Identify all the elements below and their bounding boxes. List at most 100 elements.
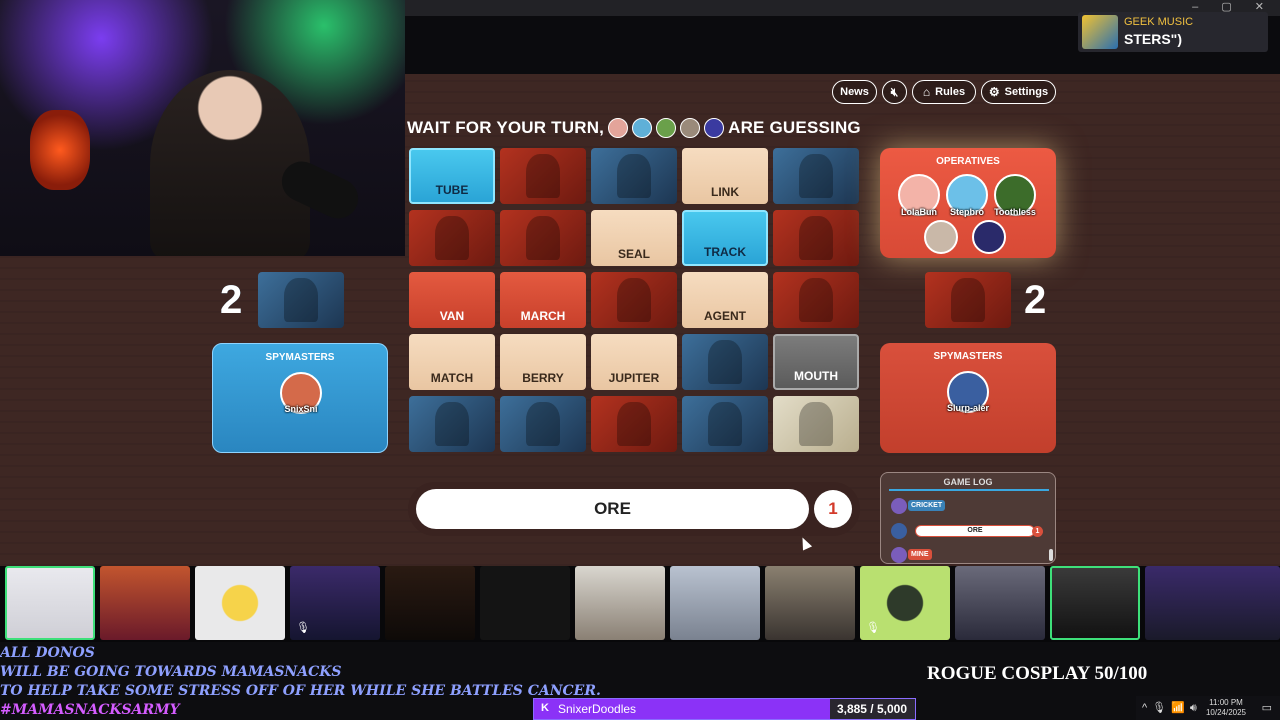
participant-tile[interactable] xyxy=(1145,566,1280,640)
rules-label: Rules xyxy=(935,86,966,98)
tray-icons[interactable]: ^🎙︎📶🔊︎ xyxy=(1142,701,1202,715)
card-word: MARCH xyxy=(520,309,566,323)
news-button[interactable]: News xyxy=(832,80,877,104)
operative-avatar xyxy=(972,220,1006,254)
board-card[interactable] xyxy=(500,396,586,452)
card-word: MATCH xyxy=(430,371,474,385)
card-word: SEAL xyxy=(617,247,650,261)
speaker-muted-icon: 🔇︎ xyxy=(890,84,899,99)
goal-name: SnixerDoodles xyxy=(558,702,637,716)
participant-tile[interactable] xyxy=(100,566,190,640)
operative-avatar xyxy=(924,220,958,254)
agent-portrait xyxy=(707,401,743,447)
agent-portrait xyxy=(283,277,319,323)
streamer-webcam xyxy=(0,0,405,256)
board-card[interactable]: MARCH xyxy=(500,272,586,328)
participant-tile[interactable] xyxy=(575,566,665,640)
card-word: BERRY xyxy=(522,371,564,385)
pumpkin-decoration xyxy=(30,110,90,190)
board-card[interactable] xyxy=(773,210,859,266)
board-card[interactable]: TUBE xyxy=(409,148,495,204)
board-card[interactable] xyxy=(591,148,677,204)
agent-portrait xyxy=(798,153,834,199)
agent-portrait xyxy=(798,401,834,447)
log-guess: CRICKET xyxy=(908,500,946,511)
board-card[interactable] xyxy=(409,210,495,266)
board-card[interactable] xyxy=(500,148,586,204)
board-card[interactable]: MATCH xyxy=(409,334,495,390)
turn-banner: WAIT FOR YOUR TURN, ARE GUESSING xyxy=(407,118,861,138)
blue-remaining-card xyxy=(258,272,344,328)
red-operatives-title: OPERATIVES xyxy=(936,156,1000,167)
log-avatar xyxy=(891,547,907,563)
stream-canvas: – ▢ ✕ GEEK MUSIC STERS") News 🔇︎ ⌂ Rules … xyxy=(0,0,1280,720)
board-card[interactable]: TRACK xyxy=(682,210,768,266)
participant-tile[interactable] xyxy=(670,566,760,640)
card-word: MOUTH xyxy=(794,369,838,383)
participant-strip: 🎙︎ 🎙︎ xyxy=(0,566,1280,642)
donos-line: TO HELP TAKE SOME STRESS OFF OF HER WHIL… xyxy=(0,683,601,699)
board-card[interactable]: MOUTH xyxy=(773,334,859,390)
log-clue: ORE xyxy=(915,525,1035,537)
blue-spymasters-panel: SPYMASTERS SnixSni xyxy=(212,343,388,453)
notification-icon[interactable]: ▭ xyxy=(1262,701,1272,714)
participant-tile[interactable] xyxy=(765,566,855,640)
log-clue-number: 1 xyxy=(1032,526,1043,537)
sub-goal-bar: K SnixerDoodles 3,885 / 5,000 xyxy=(533,698,916,720)
settings-button[interactable]: ⚙ Settings xyxy=(981,80,1056,104)
participant-tile[interactable] xyxy=(1050,566,1140,640)
game-log[interactable]: GAME LOG CRICKET ORE 1 MINE xyxy=(880,472,1056,564)
clock[interactable]: 11:00 PM 10/24/2025 xyxy=(1204,698,1248,718)
news-label: News xyxy=(840,86,869,98)
participant-tile[interactable] xyxy=(955,566,1045,640)
board-card[interactable] xyxy=(682,334,768,390)
streamer xyxy=(150,70,310,256)
guesser-avatar xyxy=(704,118,725,138)
guesser-avatar xyxy=(656,118,677,138)
agent-portrait xyxy=(616,277,652,323)
mic-off-icon: 🎙︎ xyxy=(866,622,880,634)
board-card[interactable] xyxy=(682,396,768,452)
clock-date: 10/24/2025 xyxy=(1205,708,1247,717)
board-card[interactable] xyxy=(500,210,586,266)
agent-portrait xyxy=(798,215,834,261)
participant-tile[interactable] xyxy=(385,566,475,640)
participant-tile[interactable]: 🎙︎ xyxy=(860,566,950,640)
board-card[interactable] xyxy=(409,396,495,452)
participant-tile[interactable]: 🎙︎ xyxy=(290,566,380,640)
board-card[interactable]: BERRY xyxy=(500,334,586,390)
participant-tile[interactable] xyxy=(5,566,95,640)
participant-tile[interactable] xyxy=(195,566,285,640)
banner-suffix: ARE GUESSING xyxy=(728,118,861,137)
board-card[interactable]: JUPITER xyxy=(591,334,677,390)
rules-button[interactable]: ⌂ Rules xyxy=(912,80,976,104)
agent-portrait xyxy=(525,153,561,199)
board-card[interactable]: AGENT xyxy=(682,272,768,328)
clue-number: 1 xyxy=(814,490,852,528)
board-card[interactable] xyxy=(773,396,859,452)
music-widget: GEEK MUSIC STERS") xyxy=(1078,12,1268,52)
board-card[interactable] xyxy=(591,272,677,328)
board-card[interactable] xyxy=(591,396,677,452)
log-avatar xyxy=(891,498,907,514)
kick-icon: K xyxy=(541,702,549,714)
board-card[interactable] xyxy=(773,148,859,204)
guesser-avatar xyxy=(680,118,701,138)
goal-value: 3,885 / 5,000 xyxy=(836,702,907,716)
music-tag: GEEK MUSIC xyxy=(1124,16,1194,28)
agent-portrait xyxy=(525,401,561,447)
red-spymaster-name: Slurp-aler xyxy=(946,403,989,413)
log-scrollbar[interactable] xyxy=(1049,549,1053,561)
board-card[interactable]: LINK xyxy=(682,148,768,204)
blue-spymasters-title: SPYMASTERS xyxy=(265,352,335,363)
game-log-title: GAME LOG xyxy=(943,477,993,487)
gear-icon: ⚙ xyxy=(988,85,1000,99)
banner-prefix: WAIT FOR YOUR TURN, xyxy=(407,118,605,137)
board-card[interactable]: SEAL xyxy=(591,210,677,266)
participant-tile[interactable] xyxy=(480,566,570,640)
agent-portrait xyxy=(434,215,470,261)
board-card[interactable] xyxy=(773,272,859,328)
board-card[interactable]: VAN xyxy=(409,272,495,328)
system-tray: ^🎙︎📶🔊︎ 11:00 PM 10/24/2025 ▭ xyxy=(1136,696,1280,720)
mute-button[interactable]: 🔇︎ xyxy=(882,80,907,104)
